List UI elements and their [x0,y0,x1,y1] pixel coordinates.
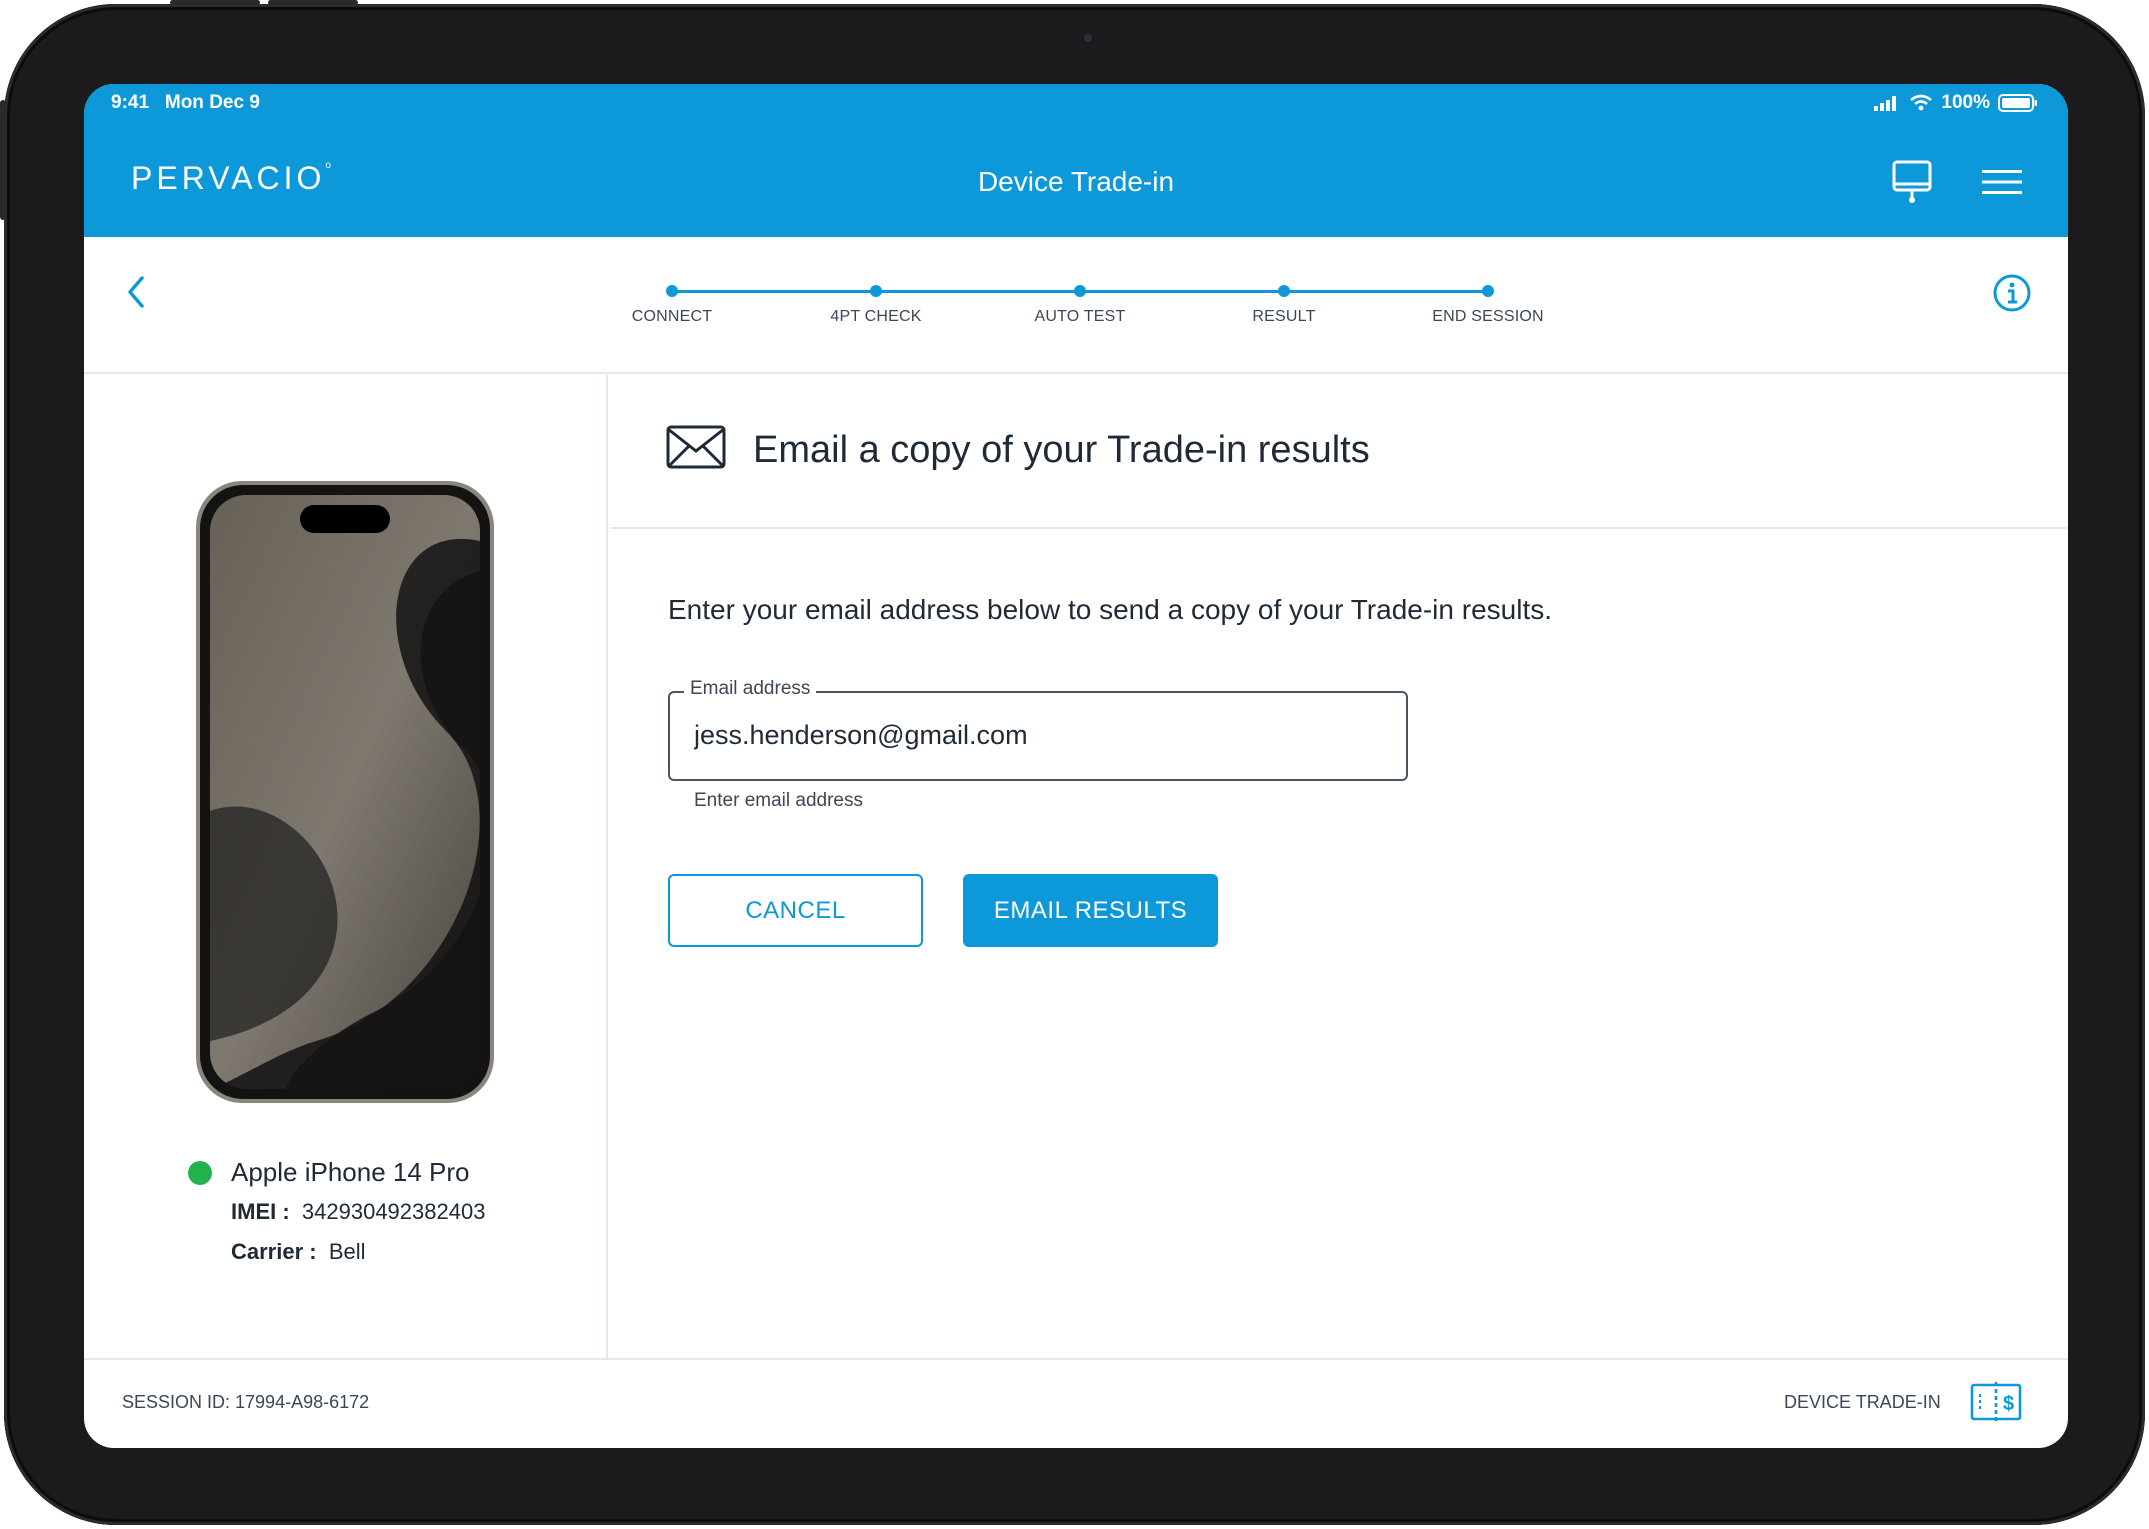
step-label-result: RESULT [1252,308,1316,325]
device-status-indicator [188,1161,212,1185]
carrier-label: Carrier : [231,1239,317,1264]
battery-icon [1998,94,2037,112]
cellular-signal-icon [1874,96,1897,111]
status-time: 9:41 Mon Dec 9 [111,92,260,114]
device-name: Apple iPhone 14 Pro [231,1157,470,1187]
device-carrier: Carrier : Bell [231,1239,366,1265]
step-dot-connect [666,285,678,297]
status-indicators: 100% [1873,92,2038,114]
header-title: Device Trade-in [977,166,1175,197]
phone-image [196,481,494,1103]
wifi-icon [1910,94,1933,111]
email-input[interactable] [694,715,1374,755]
step-dot-4pt-check [870,285,882,297]
volume-button [0,100,6,220]
progress-stepper: CONNECT 4PT CHECK AUTO TEST RESULT END S… [632,275,1544,335]
email-field: Email address [668,678,1408,781]
step-label-4pt-check: 4PT CHECK [830,308,922,325]
footer-mode-label: DEVICE TRADE-IN [1784,1392,1941,1412]
top-button-right [268,0,358,5]
progress-navbar: CONNECT 4PT CHECK AUTO TEST RESULT END S… [84,237,2068,374]
step-label-connect: CONNECT [631,308,713,325]
status-clock: 9:41 [111,92,150,113]
email-results-button[interactable]: EMAIL RESULTS [963,874,1218,947]
back-button[interactable] [116,267,156,317]
step-dot-end-session [1482,285,1494,297]
imei-value: 342930492382403 [301,1199,486,1224]
status-date: Mon Dec 9 [164,92,260,113]
monitor-button[interactable] [1884,154,1940,210]
page-title: Email a copy of your Trade-in results [753,429,1370,471]
info-button[interactable] [1990,271,2034,315]
info-icon [1993,274,2031,312]
app-screen: 9:41 Mon Dec 9 100% PERVACIOo Device Tra… [84,84,2068,1448]
monitor-icon [1892,160,1932,203]
chevron-left-icon [128,276,144,308]
email-field-label: Email address [684,678,817,700]
device-imei: IMEI : 342930492382403 [231,1199,485,1225]
step-dot-result [1278,285,1290,297]
menu-button[interactable] [1974,154,2030,210]
top-button-left [170,0,260,5]
email-instructions: Enter your email address below to send a… [668,594,1552,625]
cancel-button[interactable]: CANCEL [668,874,923,947]
step-dot-auto-test [1074,285,1086,297]
hamburger-menu-icon [1982,170,2022,194]
device-trade-in-icon: $ [1970,1382,2022,1422]
app-footer: SESSION ID: 17994-A98-6172 DEVICE TRADE-… [84,1358,2068,1448]
content-header: Email a copy of your Trade-in results [610,375,2068,529]
envelope-icon [666,425,726,469]
battery-percent: 100% [1941,92,1990,113]
imei-label: IMEI : [231,1199,290,1224]
email-helper-text: Enter email address [694,790,863,811]
step-label-end-session: END SESSION [1432,308,1544,325]
step-label-auto-test: AUTO TEST [1034,308,1126,325]
carrier-value: Bell [328,1239,366,1264]
session-id: SESSION ID: 17994-A98-6172 [122,1392,370,1412]
front-camera [1084,34,1092,42]
device-panel: Apple iPhone 14 Pro IMEI : 3429304923824… [84,375,608,1358]
app-header: 9:41 Mon Dec 9 100% PERVACIOo Device Tra… [84,84,2068,237]
svg-text:$: $ [2003,1393,2014,1415]
